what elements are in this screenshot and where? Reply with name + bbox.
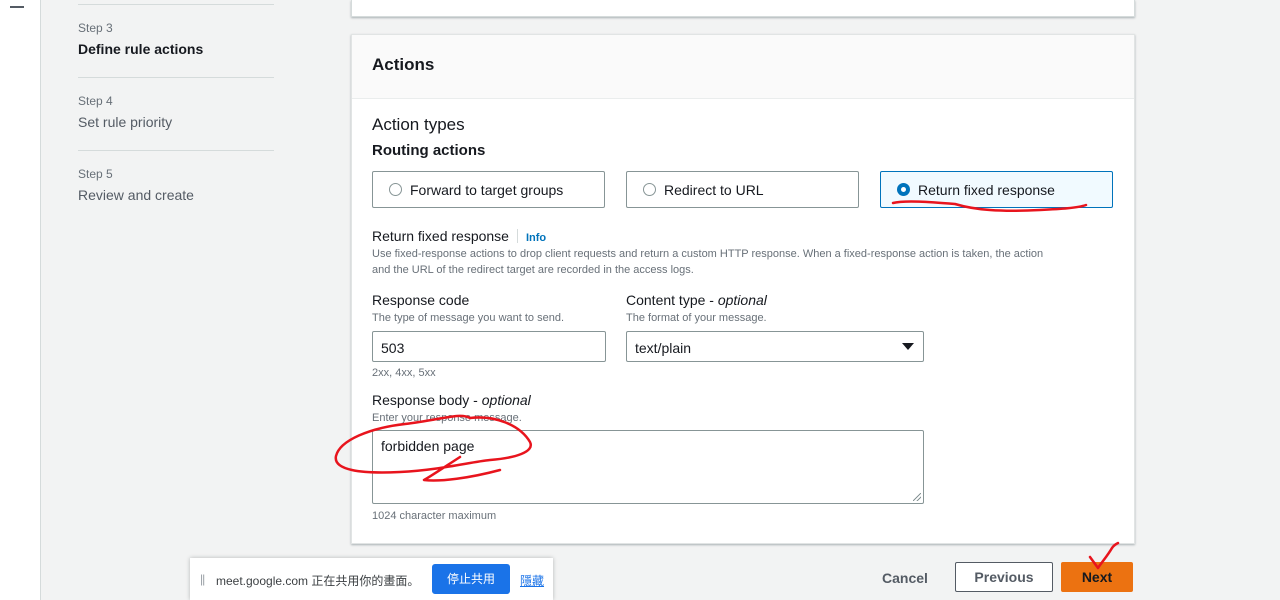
response-code-label: Response code <box>372 292 470 308</box>
response-code-value: 503 <box>381 340 405 356</box>
radio-button[interactable] <box>389 183 402 196</box>
response-body-value: forbidden page <box>381 438 475 454</box>
response-code-description: The type of message you want to send. <box>372 312 565 324</box>
response-body-label-row: Response body - optional <box>372 392 531 408</box>
step-4[interactable]: Step 4 Set rule priority <box>78 94 274 130</box>
step-title[interactable]: Set rule priority <box>78 114 274 130</box>
optional-tag: optional <box>481 392 531 408</box>
hide-link[interactable]: 隱藏 <box>520 572 544 589</box>
panel-header: Actions <box>352 35 1134 99</box>
info-link[interactable]: Info <box>526 232 546 244</box>
step-title[interactable]: Review and create <box>78 187 274 203</box>
step-number: Step 4 <box>78 94 113 108</box>
resize-handle-icon[interactable] <box>913 493 921 501</box>
content-type-value: text/plain <box>635 340 692 356</box>
step-divider <box>78 150 274 151</box>
routing-actions-heading: Routing actions <box>372 142 486 159</box>
option-forward-to-target-groups[interactable]: Forward to target groups <box>372 171 605 208</box>
response-body-hint: 1024 character maximum <box>372 510 497 522</box>
fixed-response-label-row: Return fixed response Info <box>372 228 546 246</box>
fixed-response-description-1: Use fixed-response actions to drop clien… <box>372 248 1044 260</box>
option-redirect-to-url[interactable]: Redirect to URL <box>626 171 859 208</box>
radio-button[interactable] <box>643 183 656 196</box>
share-status-text: meet.google.com 正在共用你的畫面。 <box>216 574 420 588</box>
response-body-description: Enter your response message. <box>372 412 522 424</box>
caret-down-icon <box>902 343 914 350</box>
previous-panel <box>351 0 1135 17</box>
response-body-textarea[interactable]: forbidden page <box>372 430 924 504</box>
option-return-fixed-response[interactable]: Return fixed response <box>880 171 1113 208</box>
step-divider <box>78 4 274 5</box>
response-code-input[interactable]: 503 <box>372 331 606 362</box>
action-types-heading: Action types <box>372 115 465 134</box>
cancel-button[interactable]: Cancel <box>868 566 942 590</box>
drag-handle-icon[interactable]: || <box>200 572 205 586</box>
fixed-response-label: Return fixed response <box>372 228 509 244</box>
left-rail <box>0 0 41 600</box>
menu-icon[interactable] <box>10 6 24 8</box>
radio-button-selected[interactable] <box>897 183 910 196</box>
step-5[interactable]: Step 5 Review and create <box>78 167 274 203</box>
option-label: Forward to target groups <box>410 182 564 198</box>
fixed-response-description-2: and the URL of the redirect target are r… <box>372 264 694 276</box>
content-type-label: Content type <box>626 292 706 308</box>
content-type-label-row: Content type - optional <box>626 292 767 308</box>
step-number: Step 3 <box>78 21 113 35</box>
option-label: Return fixed response <box>918 182 1055 198</box>
screen-share-bar: || meet.google.com 正在共用你的畫面。 停止共用 隱藏 <box>190 558 553 600</box>
stop-sharing-button[interactable]: 停止共用 <box>432 564 510 594</box>
step-title: Define rule actions <box>78 41 204 57</box>
previous-button[interactable]: Previous <box>955 562 1053 592</box>
option-label: Redirect to URL <box>664 182 764 198</box>
panel-title: Actions <box>372 55 435 74</box>
content-type-description: The format of your message. <box>626 312 767 324</box>
response-body-label: Response body <box>372 392 470 408</box>
next-button[interactable]: Next <box>1061 562 1133 592</box>
actions-panel: Actions Action types Routing actions For… <box>351 34 1135 544</box>
step-3: Step 3 Define rule actions <box>78 21 274 57</box>
optional-tag: optional <box>717 292 767 308</box>
info-divider <box>516 229 518 243</box>
response-code-hint: 2xx, 4xx, 5xx <box>372 367 436 379</box>
step-divider <box>78 77 274 78</box>
content-type-select[interactable]: text/plain <box>626 331 924 362</box>
step-number: Step 5 <box>78 167 113 181</box>
